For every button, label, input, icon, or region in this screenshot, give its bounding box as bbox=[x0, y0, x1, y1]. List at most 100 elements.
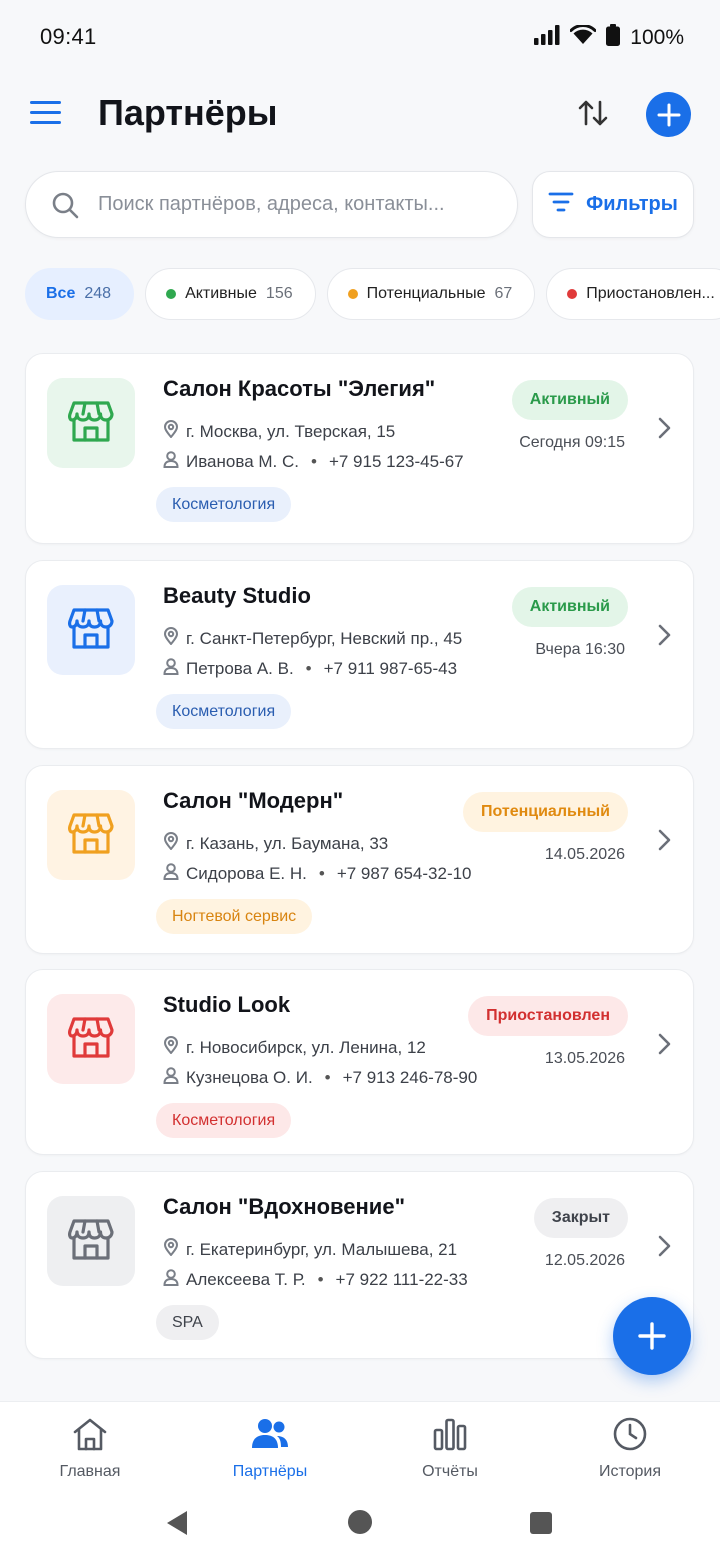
search-icon bbox=[51, 191, 79, 224]
search-input[interactable] bbox=[98, 172, 503, 237]
partner-address-row: г. Екатеринбург, ул. Малышева, 21 bbox=[163, 1238, 457, 1261]
separator-dot: • bbox=[324, 1068, 331, 1087]
filter-chip[interactable]: Приостановлен... bbox=[546, 268, 720, 320]
nav-partners-label: Партнёры bbox=[232, 1463, 308, 1480]
partner-phone: +7 913 246-78-90 bbox=[342, 1068, 478, 1087]
app-bar: Партнёры bbox=[0, 74, 720, 156]
nav-reports[interactable]: Отчёты bbox=[360, 1402, 540, 1496]
partner-phone: +7 915 123-45-67 bbox=[328, 452, 464, 471]
partner-name: Салон "Вдохновение" bbox=[163, 1194, 405, 1219]
partner-card[interactable]: Beauty Studio г. Санкт-Петербург, Невски… bbox=[25, 560, 694, 749]
battery-percent: 100% bbox=[630, 25, 684, 49]
chevron-right-icon bbox=[655, 828, 673, 852]
home-icon bbox=[71, 1416, 109, 1457]
last-activity-date: Вчера 16:30 bbox=[535, 641, 625, 658]
last-activity-date: 14.05.2026 bbox=[544, 846, 625, 863]
last-activity-date: 13.05.2026 bbox=[544, 1050, 625, 1067]
add-partner-fab[interactable] bbox=[613, 1297, 691, 1375]
menu-icon[interactable] bbox=[30, 94, 66, 130]
store-icon bbox=[68, 1217, 114, 1266]
partner-card[interactable]: Салон Красоты "Элегия" г. Москва, ул. Тв… bbox=[25, 353, 694, 544]
filter-icon bbox=[548, 191, 574, 218]
search-box[interactable] bbox=[25, 171, 518, 238]
separator-dot: • bbox=[310, 452, 317, 471]
partners-icon bbox=[250, 1416, 290, 1457]
home-button-icon[interactable] bbox=[348, 1510, 372, 1534]
status-badge: Потенциальный bbox=[462, 792, 628, 832]
filter-chip[interactable]: Активные 156 bbox=[145, 268, 316, 320]
sort-icon[interactable] bbox=[574, 94, 612, 132]
partner-contact-name: Петрова А. В. bbox=[186, 659, 294, 678]
person-icon bbox=[163, 863, 179, 885]
partner-address: г. Екатеринбург, ул. Малышева, 21 bbox=[186, 1239, 458, 1259]
chip-count: 67 bbox=[494, 285, 513, 302]
screen: 09:41 100% Партнёры Поиск партнёров, адр… bbox=[0, 0, 720, 1561]
person-icon bbox=[163, 658, 179, 680]
status-icons: 100% bbox=[534, 24, 684, 51]
category-tag: Косметология bbox=[156, 487, 292, 522]
separator-dot: • bbox=[317, 1270, 324, 1289]
battery-icon bbox=[606, 24, 621, 51]
status-time: 09:41 bbox=[40, 24, 97, 49]
plus-icon bbox=[657, 103, 680, 126]
store-icon bbox=[68, 606, 114, 655]
signal-icon bbox=[534, 25, 560, 50]
store-icon bbox=[68, 1015, 114, 1064]
partner-contact-row: Иванова М. С. • +7 915 123-45-67 bbox=[163, 451, 464, 473]
chip-count: 156 bbox=[265, 285, 293, 302]
nav-partners[interactable]: Партнёры bbox=[180, 1402, 360, 1496]
filters-button[interactable]: Фильтры bbox=[532, 171, 694, 238]
category-tag: Ногтевой сервис bbox=[156, 899, 313, 934]
last-activity-date: Сегодня 09:15 bbox=[519, 434, 625, 451]
partner-phone: +7 987 654-32-10 bbox=[336, 864, 472, 883]
nav-home[interactable]: Главная bbox=[0, 1402, 180, 1496]
back-icon[interactable] bbox=[165, 1510, 189, 1541]
filter-chip[interactable]: Потенциальные 67 bbox=[326, 268, 536, 320]
chevron-right-icon bbox=[655, 623, 673, 647]
wifi-icon bbox=[569, 24, 597, 50]
partner-avatar bbox=[47, 994, 135, 1084]
partner-address: г. Санкт-Петербург, Невский пр., 45 bbox=[186, 628, 463, 648]
bottom-navigation: Главная Партнёры Отчёты История bbox=[0, 1401, 720, 1496]
partner-avatar bbox=[47, 585, 135, 675]
partner-phone: +7 922 111-22-33 bbox=[335, 1270, 468, 1289]
plus-icon bbox=[638, 1322, 666, 1350]
nav-history[interactable]: История bbox=[540, 1402, 720, 1496]
partner-address: г. Москва, ул. Тверская, 15 bbox=[186, 421, 396, 441]
partner-contact-name: Сидорова Е. Н. bbox=[186, 864, 307, 883]
store-icon bbox=[68, 399, 114, 448]
partner-address-row: г. Санкт-Петербург, Невский пр., 45 bbox=[163, 627, 462, 650]
category-tag: Косметология bbox=[156, 1103, 292, 1138]
status-bar: 09:41 100% bbox=[0, 0, 720, 74]
partner-contact-row: Сидорова Е. Н. • +7 987 654-32-10 bbox=[163, 863, 472, 885]
chevron-right-icon bbox=[655, 1234, 673, 1258]
chip-label: Приостановлен... bbox=[586, 285, 715, 302]
partner-card[interactable]: Салон "Модерн" г. Казань, ул. Баумана, 3… bbox=[25, 765, 694, 954]
partner-phone: +7 911 987-65-43 bbox=[323, 659, 458, 678]
nav-home-label: Главная bbox=[59, 1463, 121, 1480]
partner-contact-name: Кузнецова О. И. bbox=[186, 1068, 313, 1087]
partner-address: г. Казань, ул. Баумана, 33 bbox=[186, 833, 389, 853]
person-icon bbox=[163, 1067, 179, 1089]
chevron-right-icon bbox=[655, 1032, 673, 1056]
chip-count: 248 bbox=[84, 285, 112, 302]
chip-label: Потенциальные bbox=[366, 285, 486, 302]
partner-card[interactable]: Studio Look г. Новосибирск, ул. Ленина, … bbox=[25, 969, 694, 1155]
add-partner-button[interactable] bbox=[646, 92, 691, 137]
location-pin-icon bbox=[163, 1036, 179, 1059]
status-filter-chips: Все 248 Активные 156 Потенциальные 67 Приостан… bbox=[25, 268, 720, 320]
nav-history-label: История bbox=[598, 1463, 662, 1480]
nav-reports-label: Отчёты bbox=[422, 1463, 478, 1480]
recents-icon[interactable] bbox=[530, 1512, 552, 1534]
partner-card[interactable]: Салон "Вдохновение" г. Екатеринбург, ул.… bbox=[25, 1171, 694, 1359]
system-navigation-bar bbox=[0, 1496, 720, 1561]
location-pin-icon bbox=[163, 832, 179, 855]
partner-address-row: г. Казань, ул. Баумана, 33 bbox=[163, 832, 388, 855]
filter-chip[interactable]: Все 248 bbox=[25, 268, 135, 320]
partner-contact-name: Алексеева Т. Р. bbox=[186, 1270, 306, 1289]
location-pin-icon bbox=[163, 1238, 179, 1261]
partner-address: г. Новосибирск, ул. Ленина, 12 bbox=[186, 1037, 426, 1057]
page-title: Партнёры bbox=[98, 92, 278, 133]
partner-address-row: г. Москва, ул. Тверская, 15 bbox=[163, 420, 395, 443]
partner-contact-name: Иванова М. С. bbox=[186, 452, 299, 471]
